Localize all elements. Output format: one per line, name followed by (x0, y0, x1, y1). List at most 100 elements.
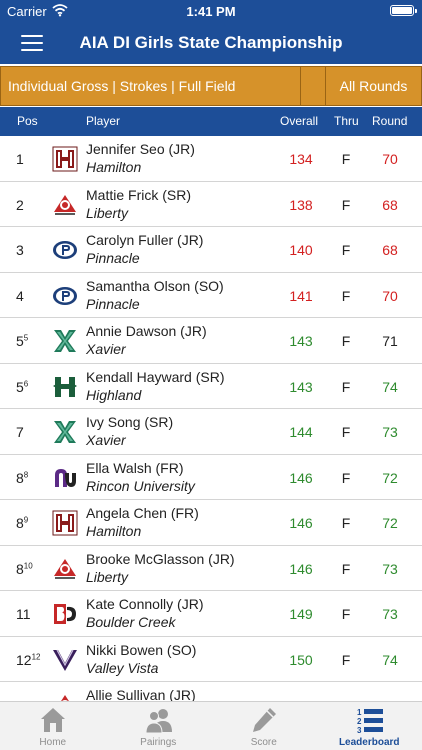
tab-leaderboard-label: Leaderboard (338, 737, 400, 748)
player-school: Boulder Creek (86, 614, 176, 630)
leaderboard-row[interactable]: 89 Angela Chen (FR) Hamilton 146 F 72 (0, 500, 422, 546)
leaderboard-row[interactable]: 4 Samantha Olson (SO) Pinnacle 141 F 70 (0, 273, 422, 318)
leaderboard-row[interactable]: Allie Sullivan (JR) (0, 682, 422, 701)
position: 11 (16, 606, 44, 622)
boulder-creek-logo (52, 601, 78, 627)
player-school: Rincon University (86, 477, 195, 494)
leaderboard-row[interactable]: 56 Kendall Hayward (SR) Highland 143 F 74 (0, 364, 422, 409)
thru-status: F (341, 333, 351, 349)
column-pos[interactable]: Pos (17, 114, 38, 128)
tab-pairings[interactable]: Pairings (106, 702, 212, 750)
leaderboard-list[interactable]: 1 Jennifer Seo (JR) Hamilton 134 F 70 2 Mattie … (0, 136, 422, 701)
leaderboard-row[interactable]: 810 Brooke McGlasson (JR) Liberty 146 F 73 (0, 546, 422, 591)
player-name: Carolyn Fuller (JR) (86, 232, 204, 248)
highland-logo (52, 374, 78, 400)
leaderboard-row[interactable]: 1 Jennifer Seo (JR) Hamilton 134 F 70 (0, 136, 422, 182)
player-name: Brooke McGlasson (JR) (86, 550, 235, 567)
position-value: 1 (16, 151, 24, 167)
player-name: Jennifer Seo (JR) (86, 141, 195, 157)
position: 2 (16, 197, 44, 213)
position-value: 7 (16, 424, 24, 440)
player-name: Kate Connolly (JR) (86, 596, 204, 612)
player-name: Samantha Olson (SO) (86, 277, 224, 294)
round-score: 72 (382, 515, 398, 531)
liberty-logo (52, 192, 78, 218)
leaderboard-icon: 1 2 3 (357, 708, 383, 735)
round-score: 72 (382, 469, 398, 486)
rounds-filter-button[interactable]: All Rounds (326, 67, 421, 105)
hamilton-logo (52, 510, 78, 536)
tiebreak-rank: 9 (23, 515, 29, 525)
round-score: 73 (382, 606, 398, 622)
thru-status: F (341, 196, 351, 213)
thru-status: F (341, 424, 351, 440)
position: 55 (16, 333, 44, 349)
thru-status: F (341, 651, 351, 668)
position: 89 (16, 515, 44, 531)
svg-text:1: 1 (357, 708, 362, 717)
tab-leaderboard[interactable]: 1 2 3 Leaderboard (317, 702, 422, 750)
overall-score: 150 (289, 651, 313, 668)
tab-home-label: Home (39, 737, 67, 748)
player-school: Liberty (86, 204, 129, 221)
leaderboard-row[interactable]: 3 Carolyn Fuller (JR) Pinnacle 140 F 68 (0, 227, 422, 273)
valley-vista-logo (52, 647, 78, 673)
tab-bar: Home Pairings Score 1 2 3 Leaderboard (0, 701, 422, 750)
users-icon (144, 709, 172, 734)
position-value: 8 (16, 560, 24, 577)
tab-home[interactable]: Home (0, 702, 106, 750)
position-value: 11 (16, 606, 31, 622)
player-school: Liberty (86, 568, 129, 585)
pencil-icon (253, 708, 276, 732)
player-name: Angela Chen (FR) (86, 505, 199, 521)
thru-status: F (341, 515, 351, 531)
leaderboard-row[interactable]: 2 Mattie Frick (SR) Liberty 138 F 68 (0, 182, 422, 227)
leaderboard-row[interactable]: 11 Kate Connolly (JR) Boulder Creek 149 F 73 (0, 591, 422, 637)
position-value: 8 (16, 515, 24, 531)
round-score: 74 (382, 378, 398, 395)
svg-text:3: 3 (357, 726, 362, 735)
position-value: 5 (16, 378, 24, 395)
scoring-filter-button[interactable]: Individual Gross | Strokes | Full Field (1, 67, 300, 105)
tiebreak-rank: 5 (23, 333, 29, 343)
overall-score: 144 (289, 424, 313, 440)
player-name: Nikki Bowen (SO) (86, 641, 197, 658)
player-name: Allie Sullivan (JR) (86, 687, 196, 701)
leaderboard-row[interactable]: 88 Ella Walsh (FR) Rincon University 146 F 72 (0, 455, 422, 500)
pinnacle-logo (52, 237, 78, 263)
player-name: Ella Walsh (FR) (86, 459, 184, 476)
svg-text:2: 2 (357, 717, 362, 726)
overall-score: 146 (289, 560, 313, 577)
player-name: Ivy Song (SR) (86, 414, 174, 430)
player-school: Pinnacle (86, 295, 140, 312)
thru-status: F (341, 560, 351, 577)
column-header: Pos Player Overall Thru Round (0, 107, 422, 136)
leaderboard-row[interactable]: 55 Annie Dawson (JR) Xavier 143 F 71 (0, 318, 422, 364)
xavier-logo (52, 328, 78, 354)
app-header: Carrier 1:41 PM AIA DI Girls State Champ… (0, 0, 422, 64)
column-thru[interactable]: Thru (334, 114, 359, 128)
tiebreak-rank: 8 (23, 469, 29, 479)
page-title: AIA DI Girls State Championship (79, 33, 343, 52)
liberty-logo (52, 692, 78, 701)
column-player[interactable]: Player (86, 114, 120, 128)
leaderboard-row[interactable]: 1212 Nikki Bowen (SO) Valley Vista 150 F 74 (0, 637, 422, 682)
position-value: 5 (16, 333, 24, 349)
pinnacle-logo (52, 283, 78, 309)
round-score: 68 (382, 196, 398, 213)
battery-icon (390, 5, 417, 16)
player-school: Xavier (86, 432, 126, 448)
leaderboard-row[interactable]: 7 Ivy Song (SR) Xavier 144 F 73 (0, 409, 422, 455)
tiebreak-rank: 12 (31, 651, 41, 661)
tab-score[interactable]: Score (211, 702, 317, 750)
player-name: Mattie Frick (SR) (86, 186, 191, 203)
round-score: 71 (382, 333, 398, 349)
column-overall[interactable]: Overall (280, 114, 318, 128)
player-school: Hamilton (86, 523, 142, 539)
position: 4 (16, 288, 44, 304)
column-round[interactable]: Round (372, 114, 407, 128)
overall-score: 134 (289, 151, 313, 167)
player-name: Kendall Hayward (SR) (86, 368, 225, 385)
overall-score: 138 (289, 196, 313, 213)
position: 88 (16, 470, 44, 486)
